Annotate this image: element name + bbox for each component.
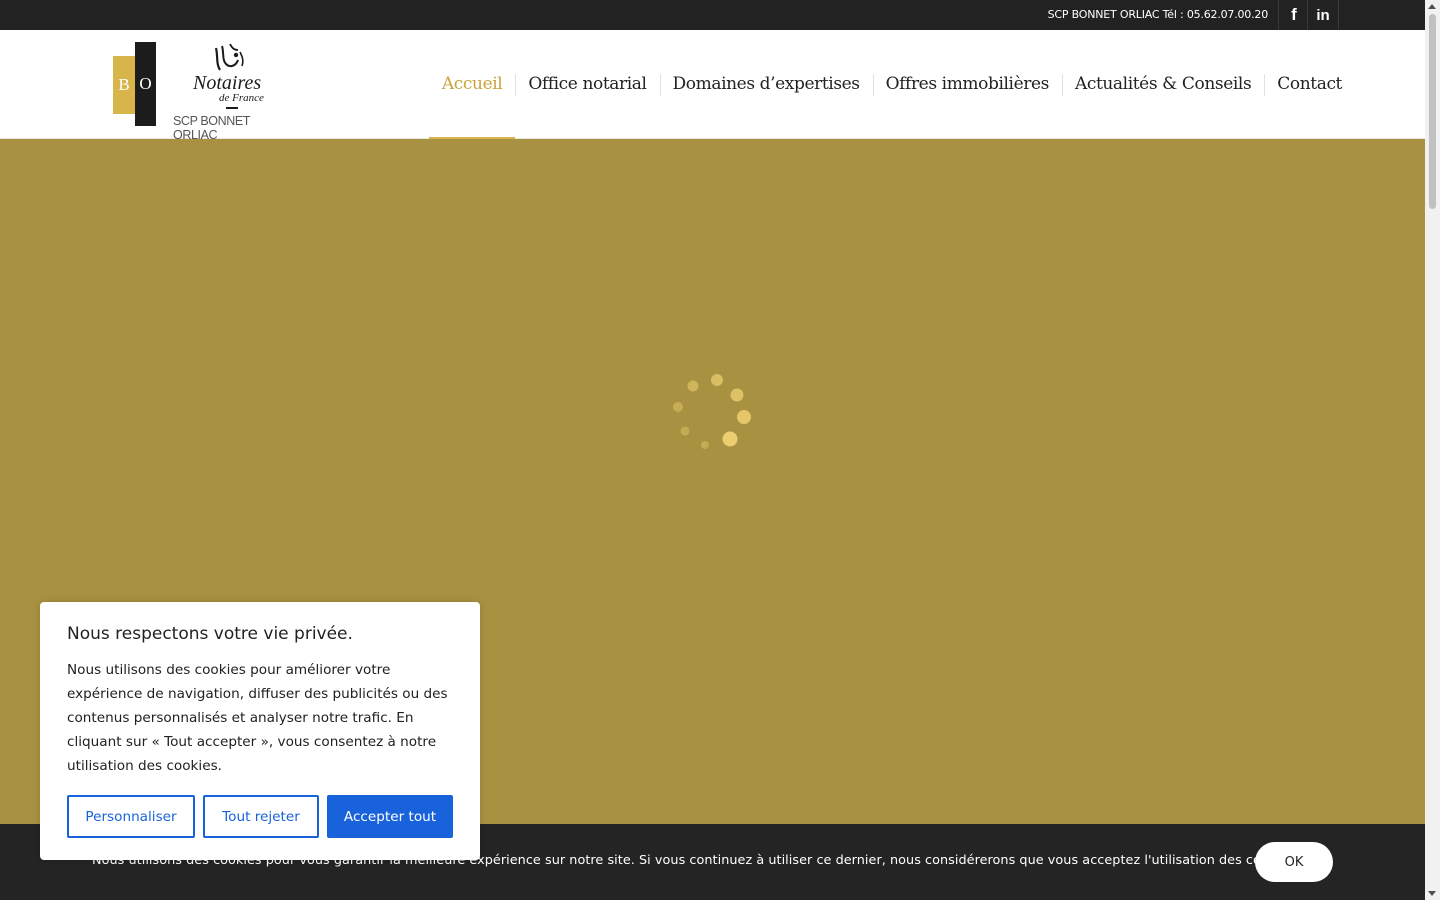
reject-all-button[interactable]: Tout rejeter [203, 795, 319, 838]
nav-item-office-notarial[interactable]: Office notarial [515, 30, 659, 138]
cookie-ok-button[interactable]: OK [1255, 842, 1333, 882]
nav-item-contact[interactable]: Contact [1264, 30, 1355, 138]
cookie-modal-title: Nous respectons votre vie privée. [67, 624, 353, 644]
cookie-modal-text: Nous utilisons des cookies pour améliore… [67, 662, 448, 774]
logo-letter-b: B [113, 56, 135, 114]
cookie-consent-modal: Nous respectons votre vie privée. Nous u… [40, 602, 480, 860]
notaires-emblem-icon [214, 43, 244, 71]
site-logo[interactable]: B O Notaires de France SCP BONNET ORLIAC [113, 42, 293, 142]
nav-item-accueil[interactable]: Accueil [428, 30, 516, 139]
logo-de-france: de France [219, 92, 264, 104]
facebook-icon[interactable]: f [1278, 0, 1309, 30]
logo-firm-name: SCP BONNET ORLIAC [173, 114, 250, 142]
scrollbar-thumb[interactable] [1429, 14, 1436, 209]
top-bar: SCP BONNET ORLIAC Tél : 05.62.07.00.20 f… [0, 0, 1425, 30]
main-nav: Accueil Office notarial Domaines d’exper… [428, 30, 1355, 139]
linkedin-icon[interactable]: in [1307, 0, 1339, 30]
accept-all-button[interactable]: Accepter tout [327, 795, 453, 838]
logo-notaires: Notaires [193, 72, 262, 94]
nav-item-offres-immobilieres[interactable]: Offres immobilières [872, 30, 1062, 138]
loading-spinner-icon [673, 374, 751, 449]
logo-letter-o: O [135, 42, 156, 126]
scroll-down-arrow-icon[interactable] [1428, 891, 1436, 896]
nav-item-domaines[interactable]: Domaines d’expertises [659, 30, 873, 138]
scroll-up-arrow-icon[interactable] [1428, 4, 1436, 9]
contact-phone: SCP BONNET ORLIAC Tél : 05.62.07.00.20 [1047, 8, 1269, 21]
page-scrollbar[interactable] [1425, 0, 1440, 900]
customize-button[interactable]: Personnaliser [67, 795, 195, 838]
logo-divider [226, 107, 238, 109]
nav-item-actualites[interactable]: Actualités & Conseils [1061, 30, 1264, 138]
